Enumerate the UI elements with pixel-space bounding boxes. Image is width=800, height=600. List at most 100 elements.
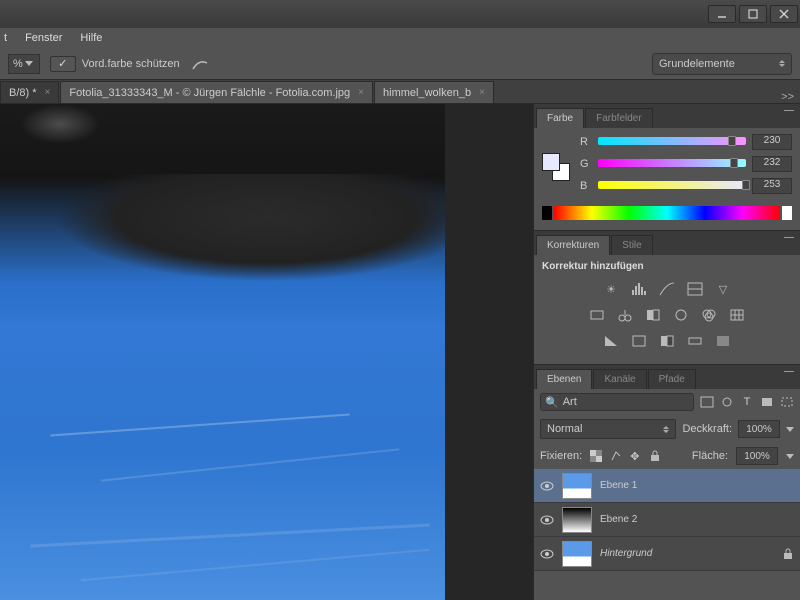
color-spectrum[interactable] xyxy=(554,206,780,220)
opacity-input[interactable]: 100% xyxy=(738,420,780,438)
r-value[interactable]: 230 xyxy=(752,134,792,150)
color-swatches[interactable] xyxy=(542,153,570,181)
document-canvas[interactable] xyxy=(0,104,533,600)
layer-thumbnail[interactable] xyxy=(562,473,592,499)
lock-all-icon[interactable] xyxy=(650,450,662,462)
layer-thumbnail[interactable] xyxy=(562,507,592,533)
workspace-dropdown[interactable]: Grundelemente xyxy=(652,53,792,75)
minimize-button[interactable] xyxy=(708,5,736,23)
chevron-down-icon[interactable] xyxy=(786,427,794,432)
invert-icon[interactable] xyxy=(602,332,620,350)
brightness-icon[interactable]: ☀ xyxy=(602,280,620,298)
updown-icon xyxy=(779,60,785,67)
r-slider[interactable] xyxy=(598,137,746,147)
lock-pixels-icon[interactable] xyxy=(610,450,622,462)
check-icon xyxy=(50,56,76,72)
close-button[interactable] xyxy=(770,5,798,23)
menu-bar: t Fenster Hilfe xyxy=(0,28,800,48)
visibility-icon[interactable] xyxy=(540,547,554,561)
tab-pfade[interactable]: Pfade xyxy=(648,369,696,389)
tab-farbe[interactable]: Farbe xyxy=(536,108,584,128)
lock-label: Fixieren: xyxy=(540,450,582,462)
layer-thumbnail[interactable] xyxy=(562,541,592,567)
b-value[interactable]: 253 xyxy=(752,178,792,194)
b-slider[interactable] xyxy=(598,181,746,191)
window-titlebar xyxy=(0,0,800,28)
protect-label: Vord.farbe schützen xyxy=(82,58,180,70)
visibility-icon[interactable] xyxy=(540,479,554,493)
adjustments-panel: Korrekturen Stile Korrektur hinzufügen ☀… xyxy=(534,231,800,365)
g-slider[interactable] xyxy=(598,159,746,169)
layer-row[interactable]: Hintergrund xyxy=(534,537,800,571)
filter-smart-icon[interactable] xyxy=(780,395,794,409)
layer-row[interactable]: Ebene 2 xyxy=(534,503,800,537)
color-panel: Farbe Farbfelder R 230 G 232 B 253 xyxy=(534,104,800,231)
layer-name[interactable]: Ebene 2 xyxy=(600,514,794,525)
gradient-map-icon[interactable] xyxy=(686,332,704,350)
tab-ebenen[interactable]: Ebenen xyxy=(536,369,592,389)
document-tab[interactable]: Fotolia_31333343_M - © Jürgen Fälchle - … xyxy=(60,81,373,103)
layers-panel: Ebenen Kanäle Pfade 🔍Art T Normal Deckkr… xyxy=(534,365,800,600)
filter-pixel-icon[interactable] xyxy=(700,395,714,409)
blend-mode-dropdown[interactable]: Normal xyxy=(540,419,676,439)
layer-list: Ebene 1 Ebene 2 Hintergrund xyxy=(534,469,800,571)
bw-icon[interactable] xyxy=(644,306,662,324)
close-icon[interactable]: × xyxy=(358,87,364,98)
panel-menu-icon[interactable] xyxy=(784,237,794,238)
filter-type-icon[interactable]: T xyxy=(740,395,754,409)
layer-name[interactable]: Hintergrund xyxy=(600,548,774,559)
exposure-icon[interactable] xyxy=(686,280,704,298)
close-icon[interactable]: × xyxy=(479,87,485,98)
channel-mixer-icon[interactable] xyxy=(700,306,718,324)
panel-menu-icon[interactable] xyxy=(784,371,794,372)
menu-fenster[interactable]: Fenster xyxy=(25,32,62,44)
lock-position-icon[interactable]: ✥ xyxy=(630,450,642,462)
tab-korrekturen[interactable]: Korrekturen xyxy=(536,235,610,255)
lock-transparent-icon[interactable] xyxy=(590,450,602,462)
g-label: G xyxy=(580,158,592,170)
filter-shape-icon[interactable] xyxy=(760,395,774,409)
color-balance-icon[interactable] xyxy=(616,306,634,324)
tab-kanaele[interactable]: Kanäle xyxy=(593,369,646,389)
opacity-percent-dropdown[interactable]: % xyxy=(8,54,40,74)
photo-filter-icon[interactable] xyxy=(672,306,690,324)
foreground-color-swatch[interactable] xyxy=(542,153,560,171)
tab-farbfelder[interactable]: Farbfelder xyxy=(585,108,653,128)
close-icon[interactable]: × xyxy=(45,87,51,98)
vibrance-icon[interactable]: ▽ xyxy=(714,280,732,298)
tab-overflow-button[interactable]: >> xyxy=(781,91,794,103)
menu-hilfe[interactable]: Hilfe xyxy=(80,32,102,44)
document-tabs: B/8) *× Fotolia_31333343_M - © Jürgen Fä… xyxy=(0,80,800,104)
g-value[interactable]: 232 xyxy=(752,156,792,172)
canvas-image xyxy=(0,104,445,600)
visibility-icon[interactable] xyxy=(540,513,554,527)
adjustment-title: Korrektur hinzufügen xyxy=(542,261,792,272)
document-tab[interactable]: himmel_wolken_b× xyxy=(374,81,494,103)
chevron-down-icon[interactable] xyxy=(786,454,794,459)
posterize-icon[interactable] xyxy=(630,332,648,350)
r-label: R xyxy=(580,136,592,148)
menu-item[interactable]: t xyxy=(4,32,7,44)
curves-icon[interactable] xyxy=(658,280,676,298)
brush-pressure-icon[interactable] xyxy=(190,55,210,73)
panel-menu-icon[interactable] xyxy=(784,110,794,111)
protect-foreground-checkbox[interactable]: Vord.farbe schützen xyxy=(50,56,180,72)
fill-label: Fläche: xyxy=(692,450,728,462)
lock-icon xyxy=(782,548,794,560)
fill-input[interactable]: 100% xyxy=(736,447,778,465)
layer-name[interactable]: Ebene 1 xyxy=(600,480,794,491)
opacity-label: Deckkraft: xyxy=(682,423,732,435)
layer-row[interactable]: Ebene 1 xyxy=(534,469,800,503)
maximize-button[interactable] xyxy=(739,5,767,23)
levels-icon[interactable] xyxy=(630,280,648,298)
b-label: B xyxy=(580,180,592,192)
filter-adjust-icon[interactable] xyxy=(720,395,734,409)
document-tab[interactable]: B/8) *× xyxy=(0,81,59,103)
hue-icon[interactable] xyxy=(588,306,606,324)
tab-stile[interactable]: Stile xyxy=(611,235,652,255)
color-lookup-icon[interactable] xyxy=(728,306,746,324)
layer-filter-dropdown[interactable]: 🔍Art xyxy=(540,393,694,411)
options-bar: % Vord.farbe schützen Grundelemente xyxy=(0,48,800,80)
threshold-icon[interactable] xyxy=(658,332,676,350)
selective-color-icon[interactable] xyxy=(714,332,732,350)
